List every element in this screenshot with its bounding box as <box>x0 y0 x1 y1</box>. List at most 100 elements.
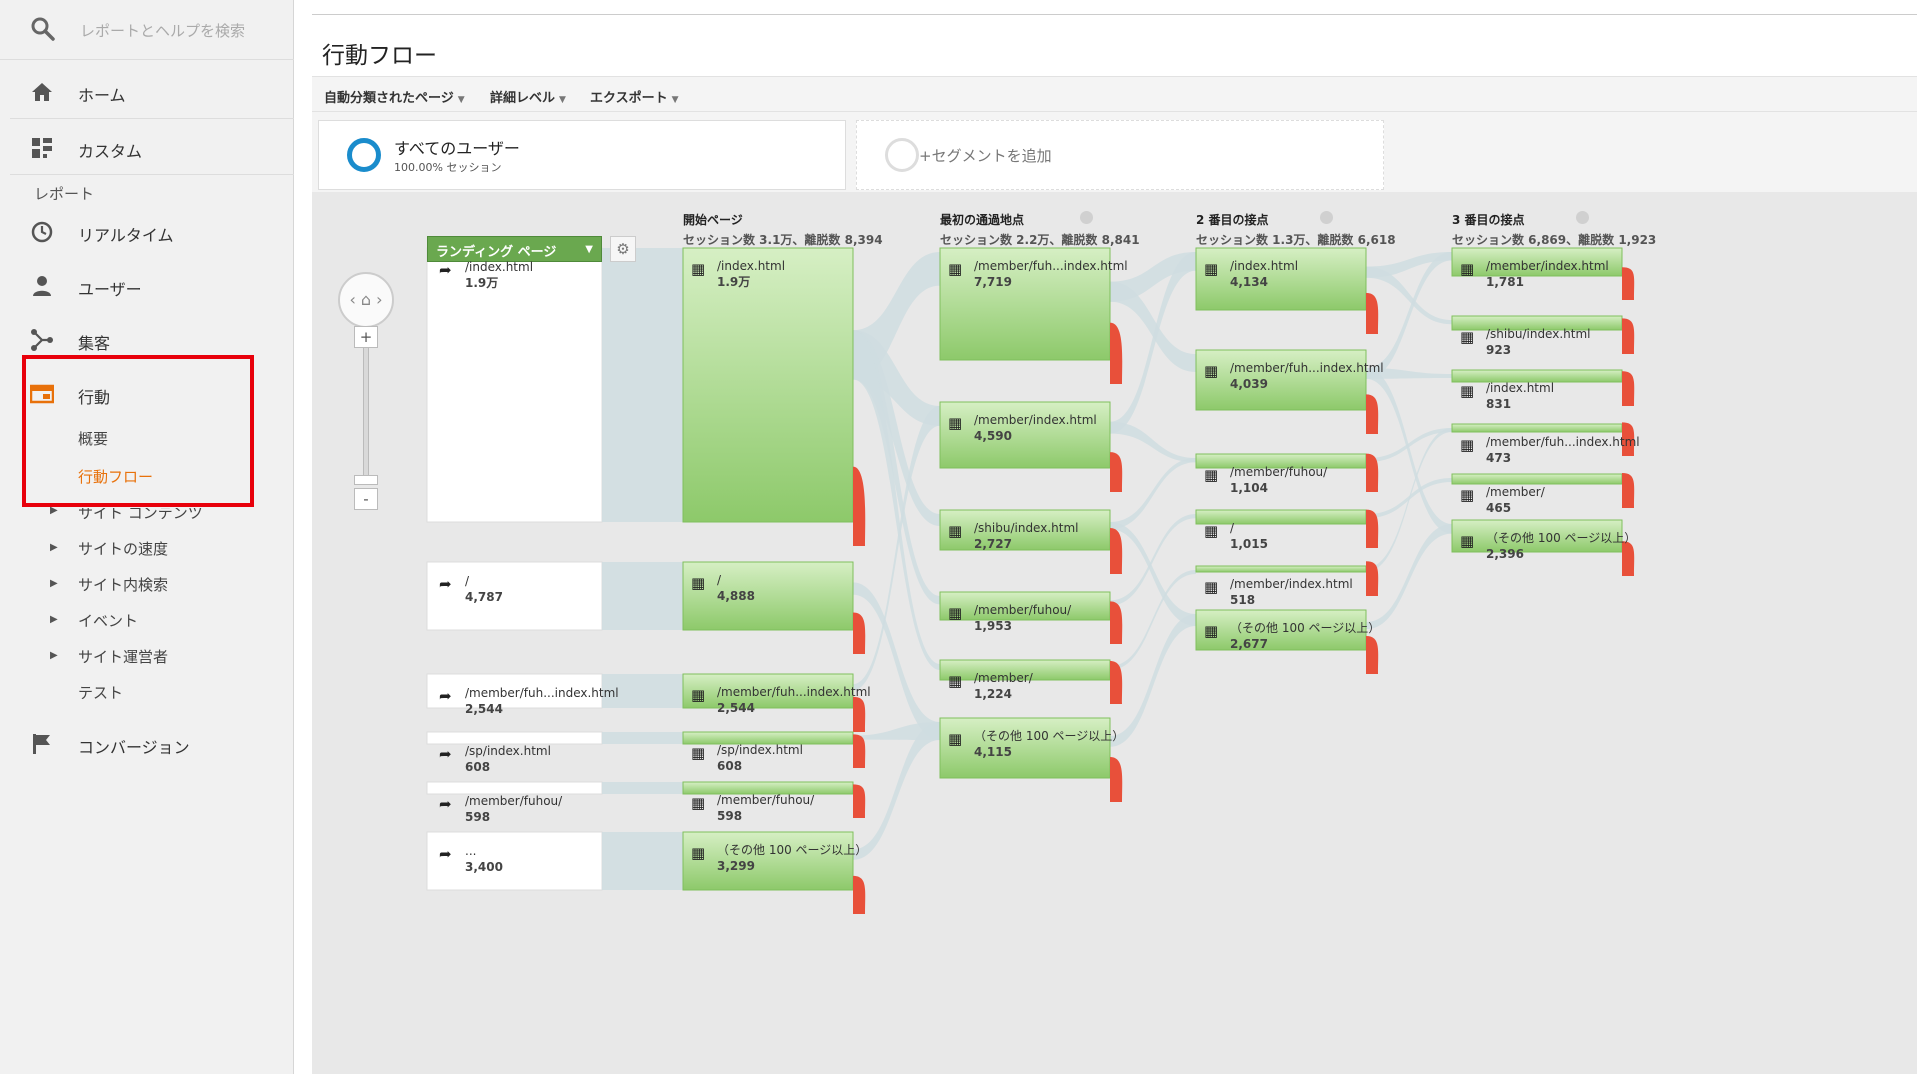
flow-node-label[interactable]: ➦... 3,400 <box>439 843 503 875</box>
flow-node-label[interactable]: ▦ /index.html 1.9万 <box>691 258 786 290</box>
flow-node-label[interactable]: ▦ /member/fuhou/1,104 <box>1204 464 1327 496</box>
enter-arrow-icon: ➦ <box>439 575 452 593</box>
flow-node-label[interactable]: ▦ /member/fuhou/1,953 <box>948 602 1071 634</box>
column-title: 開始ページ <box>683 213 743 227</box>
page-icon: ▦ <box>1460 436 1475 454</box>
search-icon <box>31 17 55 41</box>
expand-arrow-icon: ▶ <box>50 650 58 661</box>
flow-link <box>602 782 683 794</box>
dimension-select-label: ランディング ページ <box>436 245 557 260</box>
flow-node-label[interactable]: ▦ /member/465 <box>1460 484 1545 516</box>
flow-node-label[interactable]: ▦ /shibu/index.html 923 <box>1460 326 1590 358</box>
node-page-path: /index.html <box>717 259 786 273</box>
flow-node-label[interactable]: ▦ /index.html 4,134 <box>1204 258 1298 290</box>
flow-node-label[interactable]: ▦ （その他 100 ページ以上） 4,115 <box>948 728 1124 760</box>
page-icon: ▦ <box>1460 382 1475 400</box>
flow-node-label[interactable]: ▦ （その他 100 ページ以上） 3,299 <box>691 842 867 874</box>
flow-link <box>602 248 683 522</box>
flow-node-label[interactable]: ▦ /member/fuh...index.html 4,039 <box>1204 360 1384 392</box>
node-session-count: 2,727 <box>974 537 1012 551</box>
nav-users[interactable]: ユーザー <box>0 266 294 306</box>
flag-icon <box>33 734 50 754</box>
nav-acquisition[interactable]: 集客 <box>0 320 294 360</box>
zoom-slider-track[interactable] <box>363 338 369 478</box>
node-page-path: ... <box>465 844 477 858</box>
dropoff-tail <box>1622 267 1635 300</box>
flow-node-label[interactable]: ▦ /index.html 831 <box>1460 380 1554 412</box>
flow-node-label[interactable]: ▦ / 4,888 <box>691 572 755 604</box>
dropoff-tail <box>1366 394 1379 434</box>
flow-node-label[interactable]: ▦ /member/1,224 <box>948 670 1033 702</box>
node-page-path: / <box>1230 521 1235 535</box>
nav-custom[interactable]: カスタム <box>0 128 294 168</box>
flow-link <box>1110 281 1196 372</box>
zoom-out-button[interactable]: - <box>354 488 378 510</box>
zoom-slider-handle[interactable] <box>354 475 378 485</box>
flow-node-label[interactable]: ▦ /shibu/index.html 2,727 <box>948 520 1078 552</box>
flow-node-label[interactable]: ▦ （その他 100 ページ以上） 2,396 <box>1460 530 1636 562</box>
remove-step-icon[interactable] <box>1080 211 1093 224</box>
home-icon <box>32 83 52 101</box>
home-navigation-icon[interactable]: ‹ ⌂ › <box>338 272 394 328</box>
export-menu[interactable]: エクスポート ▼ <box>590 87 679 106</box>
flow-node-label[interactable]: ➦ /member/fuhou/598 <box>439 793 562 825</box>
nav-home[interactable]: ホーム <box>0 72 294 112</box>
divider <box>10 118 294 119</box>
menu-label: エクスポート <box>590 91 668 106</box>
page-icon: ▦ <box>1204 522 1219 540</box>
nav-site-speed[interactable]: サイトの速度 <box>78 538 168 559</box>
nav-conversions[interactable]: コンバージョン <box>0 724 294 764</box>
flow-node-label[interactable]: ▦ /member/fuh...index.html 473 <box>1460 434 1640 466</box>
flow-node-label[interactable]: ➦ /member/fuh...index.html 2,544 <box>439 685 619 717</box>
flow-node-label[interactable]: ▦ /member/index.html 4,590 <box>948 412 1097 444</box>
auto-grouped-pages-menu[interactable]: 自動分類されたページ ▼ <box>324 87 465 106</box>
column-title: 3 番目の接点 <box>1452 213 1525 227</box>
nav-publisher[interactable]: サイト運営者 <box>78 646 168 667</box>
flow-node-label[interactable]: ▦ /member/fuh...index.html 2,544 <box>691 684 871 716</box>
flow-node-label[interactable]: ▦ / 1,015 <box>1204 520 1268 552</box>
dropoff-tail <box>853 734 866 768</box>
flow-node-label[interactable]: ▦ （その他 100 ページ以上） 2,677 <box>1204 620 1380 652</box>
gear-icon[interactable]: ⚙ <box>610 236 636 262</box>
flow-node-label[interactable]: ▦ /member/fuhou/598 <box>691 792 814 824</box>
column-header: 最初の通過地点 セッション数 2.2万、離脱数 8,841 <box>940 210 1140 250</box>
flow-node-label[interactable]: ▦ /sp/index.html 608 <box>691 742 803 774</box>
flow-node-label[interactable]: ➦ /sp/index.html 608 <box>439 743 551 775</box>
segment-all-users[interactable]: すべてのユーザー 100.00% セッション <box>318 120 846 190</box>
sidebar: レポートとヘルプを検索 ホーム カスタム レポート リアルタイム ユーザー 集客… <box>0 0 294 1074</box>
column-header: 2 番目の接点 セッション数 1.3万、離脱数 6,618 <box>1196 210 1396 250</box>
node-page-path: / <box>465 574 470 588</box>
remove-step-icon[interactable] <box>1576 211 1589 224</box>
reports-section-label: レポート <box>34 185 95 203</box>
nav-events[interactable]: イベント <box>78 610 138 631</box>
nav-experiments[interactable]: テスト <box>78 682 123 703</box>
flow-node-label[interactable]: ▦ /member/index.html 1,781 <box>1460 258 1609 290</box>
flow-node-label[interactable]: ➦ / 4,787 <box>439 573 503 605</box>
zoom-in-button[interactable]: + <box>354 326 378 348</box>
flow-node-label[interactable]: ▦ /member/fuh...index.html 7,719 <box>948 258 1128 290</box>
detail-level-menu[interactable]: 詳細レベル ▼ <box>490 87 566 106</box>
search-box[interactable]: レポートとヘルプを検索 <box>0 0 294 60</box>
page-icon: ▦ <box>948 260 963 278</box>
nav-users-label: ユーザー <box>78 280 142 299</box>
enter-arrow-icon: ➦ <box>439 687 452 705</box>
expand-arrow-icon: ▶ <box>50 542 58 553</box>
nav-realtime[interactable]: リアルタイム <box>0 212 294 252</box>
node-page-path: /sp/index.html <box>717 743 803 757</box>
flow-link <box>1110 421 1196 463</box>
node-session-count: 465 <box>1486 501 1512 515</box>
page-icon: ▦ <box>1204 622 1219 640</box>
remove-step-icon[interactable] <box>1320 211 1333 224</box>
flow-node-label[interactable]: ▦ /member/index.html 518 <box>1204 576 1353 608</box>
node-page-path: /member/index.html <box>974 413 1097 427</box>
flow-graph <box>426 247 1635 914</box>
node-page-path: /member/index.html <box>1486 259 1609 273</box>
flow-node-label[interactable]: ➦ /index.html 1.9万 <box>439 259 533 291</box>
add-segment-button[interactable]: +セグメントを追加 <box>856 120 1384 190</box>
page-icon: ▦ <box>948 730 963 748</box>
node-page-path: /member/fuh...index.html <box>717 685 871 699</box>
node-session-count: 4,115 <box>974 745 1012 759</box>
node-page-path: /member/fuh...index.html <box>974 259 1128 273</box>
nav-site-search[interactable]: サイト内検索 <box>78 574 168 595</box>
node-page-path: /sp/index.html <box>465 744 551 758</box>
